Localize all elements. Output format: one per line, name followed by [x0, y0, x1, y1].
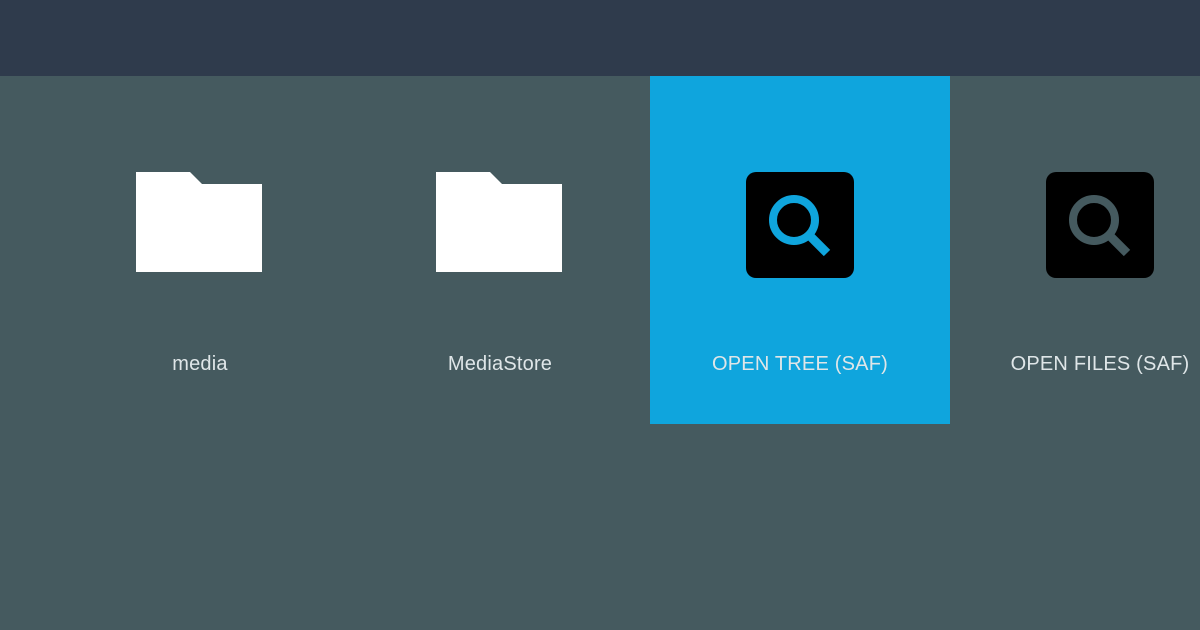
tile-label: media	[172, 353, 228, 375]
tile-label: OPEN FILES (SAF)	[1010, 353, 1190, 375]
folder-icon	[136, 172, 262, 272]
search-icon	[1046, 172, 1154, 278]
top-bar	[0, 0, 1200, 76]
tile-open-files-saf[interactable]: OPEN FILES (SAF)	[950, 76, 1200, 424]
tile-open-tree-saf[interactable]: OPEN TREE (SAF)	[650, 76, 950, 424]
tile-label: OPEN TREE (SAF)	[712, 353, 888, 375]
tile-media[interactable]: media	[50, 76, 350, 424]
source-grid: media MediaStore OPEN TREE (SAF) OPEN FI…	[0, 76, 1200, 424]
search-icon	[746, 172, 854, 278]
folder-icon	[436, 172, 562, 272]
tile-label: MediaStore	[447, 353, 553, 375]
tile-mediastore[interactable]: MediaStore	[350, 76, 650, 424]
